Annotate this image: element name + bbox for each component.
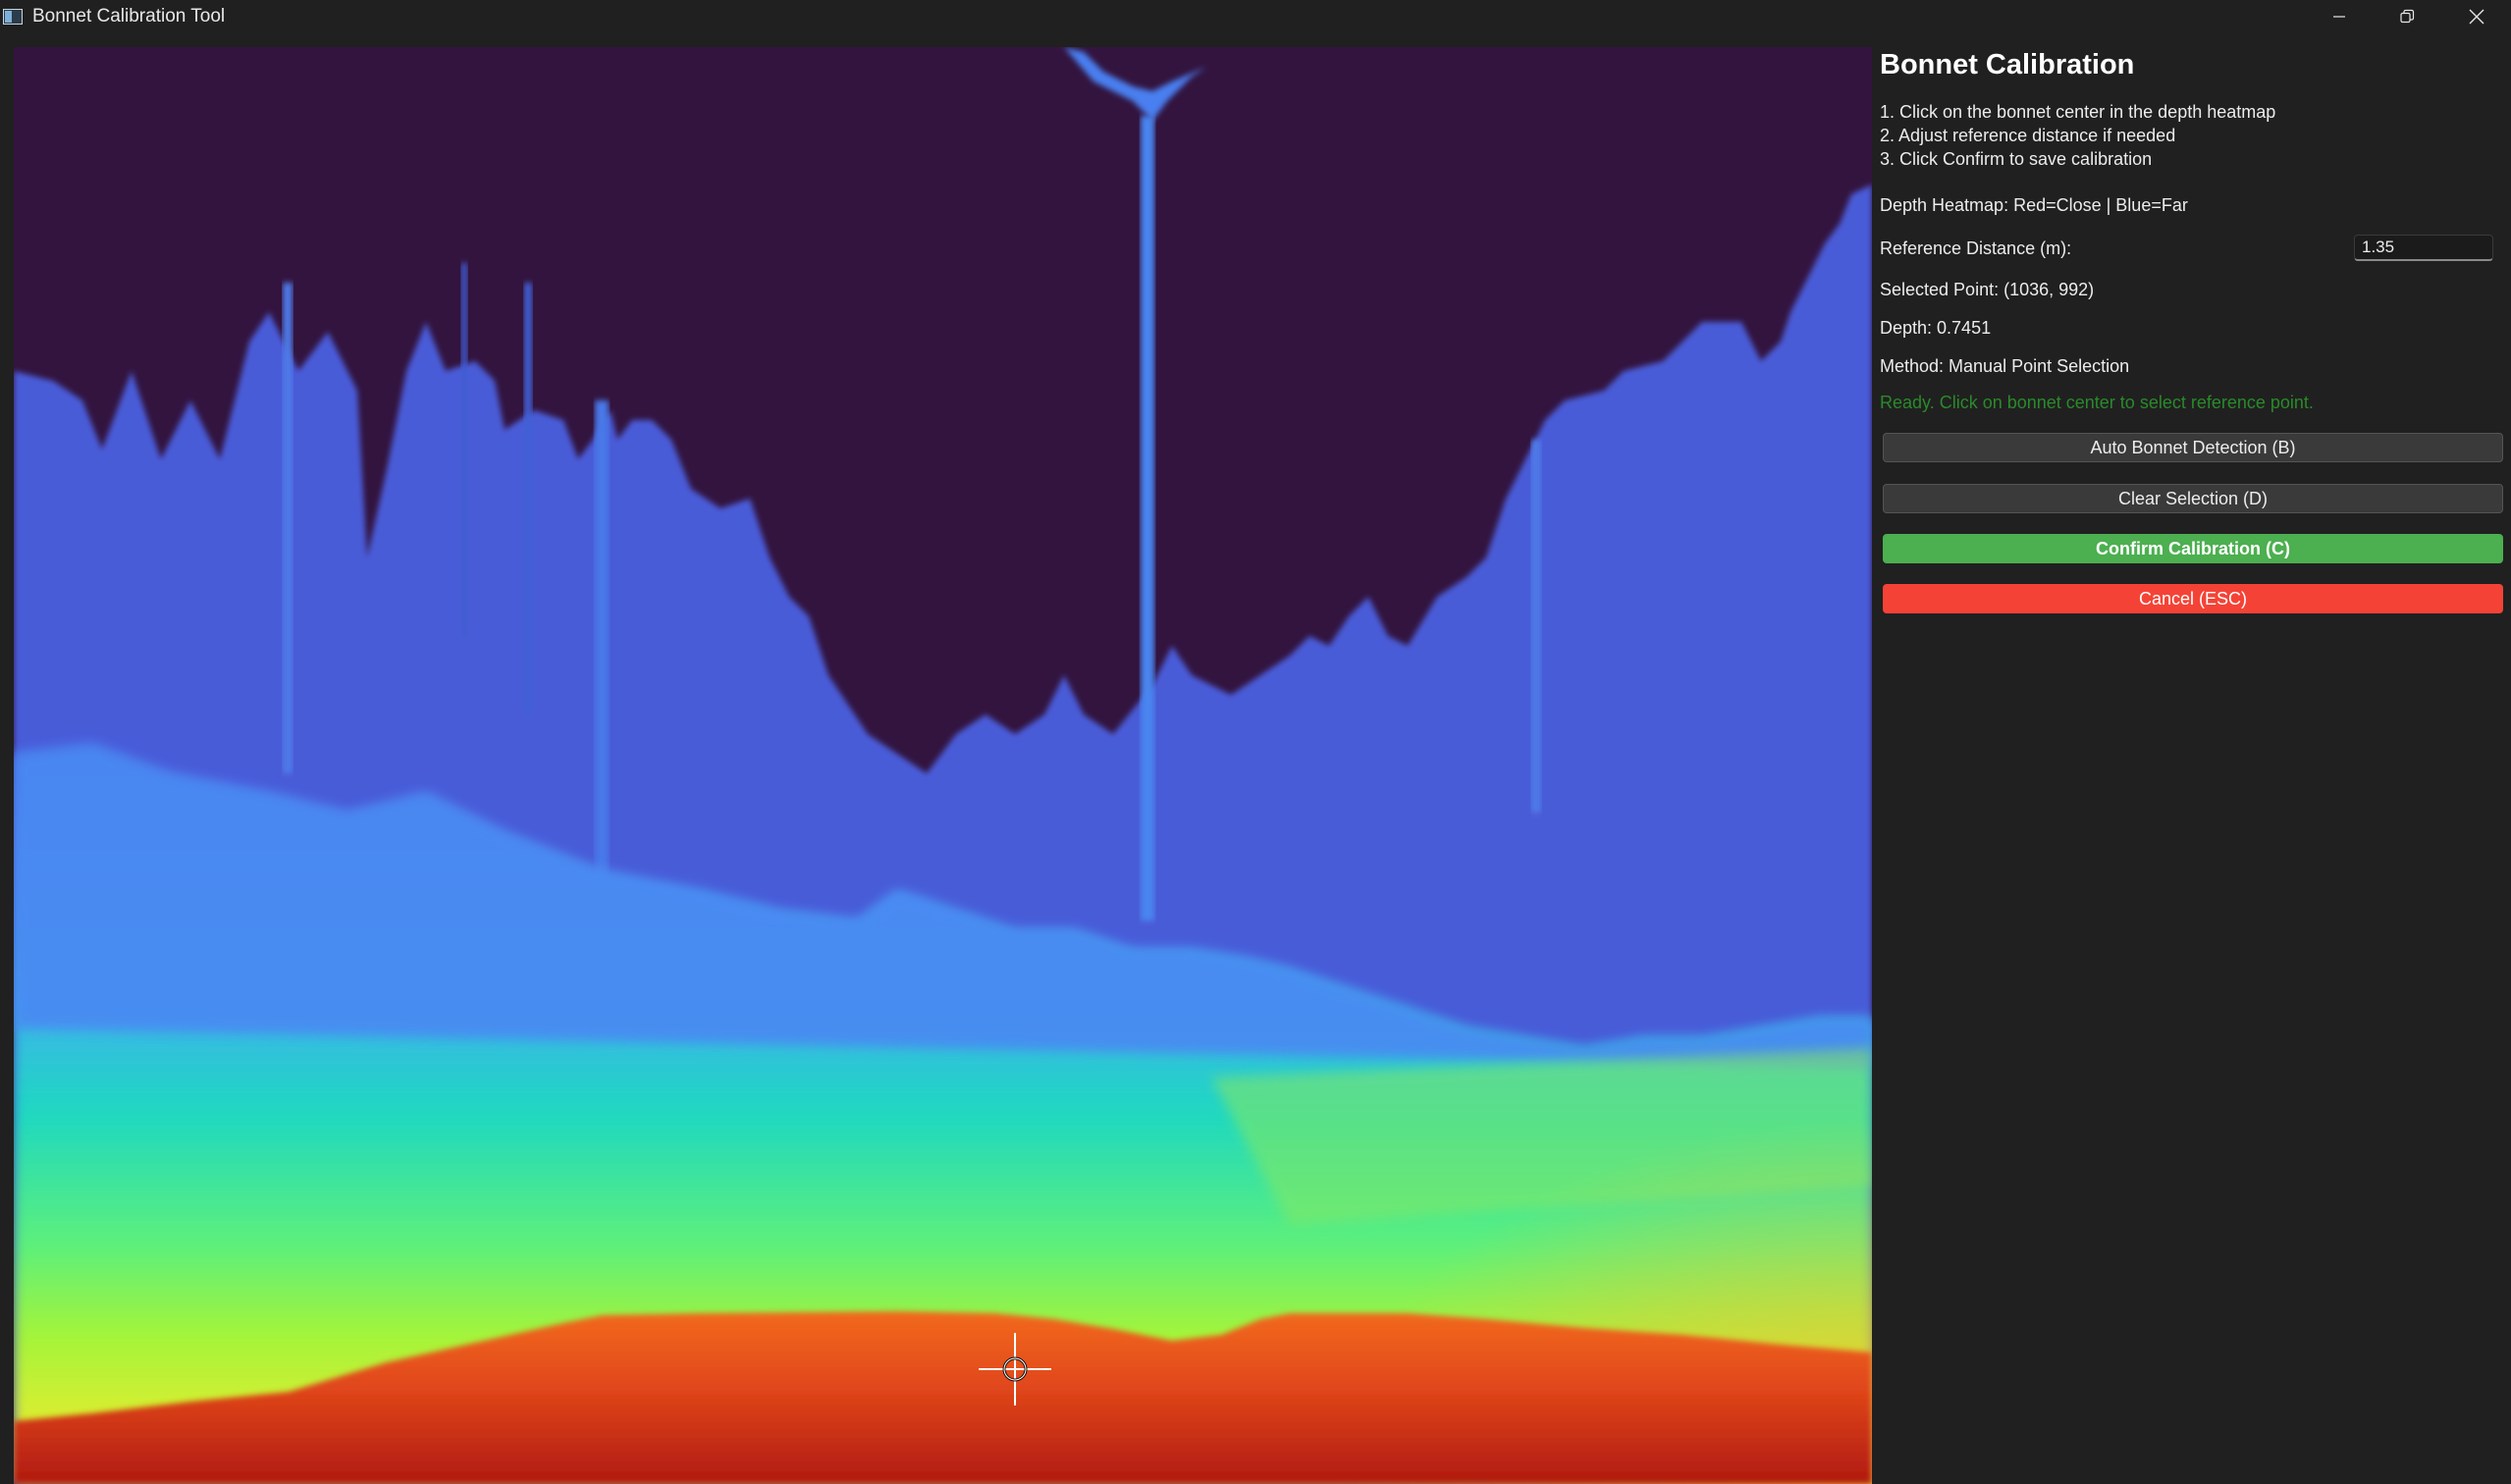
depth-heatmap-image — [14, 47, 1872, 1484]
instruction-1: 1. Click on the bonnet center in the dep… — [1880, 102, 2276, 122]
calibration-panel: Bonnet Calibration 1. Click on the bonne… — [1872, 33, 2511, 1484]
title-bar: Bonnet Calibration Tool — [0, 0, 2511, 33]
clear-selection-button[interactable]: Clear Selection (D) — [1883, 484, 2503, 513]
cancel-button[interactable]: Cancel (ESC) — [1883, 584, 2503, 613]
reference-distance-input[interactable] — [2354, 235, 2493, 261]
auto-bonnet-detection-button[interactable]: Auto Bonnet Detection (B) — [1883, 433, 2503, 462]
window-title: Bonnet Calibration Tool — [32, 6, 226, 26]
restore-button[interactable] — [2373, 0, 2441, 33]
depth-heatmap[interactable] — [14, 47, 1872, 1484]
method-readout: Method: Manual Point Selection — [1880, 356, 2130, 376]
instruction-3: 3. Click Confirm to save calibration — [1880, 149, 2153, 169]
selected-point-readout: Selected Point: (1036, 992) — [1880, 280, 2095, 299]
panel-title: Bonnet Calibration — [1880, 49, 2135, 80]
confirm-calibration-button[interactable]: Confirm Calibration (C) — [1883, 534, 2503, 563]
app-icon — [3, 9, 23, 25]
close-button[interactable] — [2442, 0, 2511, 33]
minimize-icon — [2331, 9, 2347, 25]
minimize-button[interactable] — [2305, 0, 2374, 33]
reference-distance-label: Reference Distance (m): — [1880, 238, 2072, 258]
close-icon — [2468, 8, 2485, 26]
instruction-2: 2. Adjust reference distance if needed — [1880, 126, 2176, 145]
restore-icon — [2399, 9, 2415, 25]
depth-readout: Depth: 0.7451 — [1880, 318, 1992, 338]
status-message: Ready. Click on bonnet center to select … — [1880, 393, 2314, 412]
heatmap-legend: Depth Heatmap: Red=Close | Blue=Far — [1880, 195, 2188, 215]
